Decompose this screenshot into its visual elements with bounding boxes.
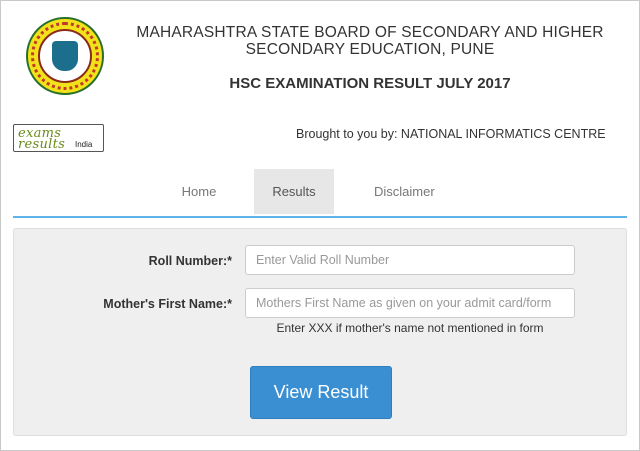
nav-home[interactable]: Home [155,169,243,214]
main-nav: Home Results Disclaimer [155,169,446,240]
roll-number-input[interactable] [245,245,575,275]
exams-results-logo[interactable]: exams results India [13,124,104,152]
nav-divider [13,216,627,218]
mother-name-input[interactable] [245,288,575,318]
logo-results-text: results [18,137,66,152]
mother-name-label: Mother's First Name:* [103,297,232,311]
board-seal-logo [26,17,104,95]
board-title: MAHARASHTRA STATE BOARD OF SECONDARY AND… [120,24,620,58]
nav-results-label: Results [272,184,316,199]
seal-emblem [52,41,78,71]
exam-title: HSC EXAMINATION RESULT JULY 2017 [229,75,511,92]
board-title-line1: MAHARASHTRA STATE BOARD OF SECONDARY AND… [136,24,604,41]
roll-number-label: Roll Number:* [148,254,232,268]
nav-disclaimer[interactable]: Disclaimer [360,169,446,214]
mother-name-hint: Enter XXX if mother's name not mentioned… [276,321,544,335]
result-form-panel: Roll Number:* Mother's First Name:* Ente… [13,228,627,436]
logo-india-text: India [75,140,93,149]
nav-results-dropdown[interactable]: Results [254,169,334,240]
seal-inner [38,29,92,83]
brought-by-text: Brought to you by: NATIONAL INFORMATICS … [296,127,606,141]
board-title-line2: SECONDARY EDUCATION, PUNE [245,41,495,58]
view-result-button[interactable]: View Result [250,366,392,419]
